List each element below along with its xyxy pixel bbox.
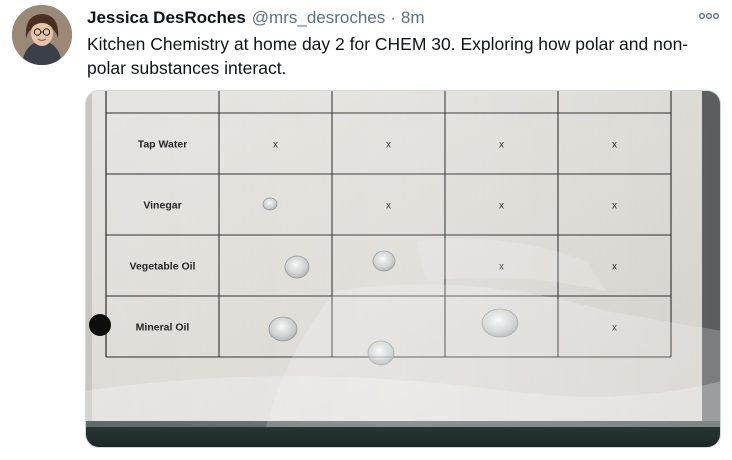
author-name[interactable]: Jessica DesRoches xyxy=(87,8,246,28)
more-options-button[interactable] xyxy=(696,6,722,26)
tweet-photo[interactable]: Tap Water Vinegar Vegetable Oil Mineral Oil… xyxy=(85,90,721,448)
tweet-text: Kitchen Chemistry at home day 2 for CHEM… xyxy=(87,34,689,78)
author-handle[interactable]: @mrs_desroches xyxy=(252,8,385,28)
tweet[interactable]: Jessica DesRoches @mrs_desroches · 8m Ki… xyxy=(0,0,732,460)
plastic-sheen xyxy=(86,91,720,427)
avatar-image xyxy=(12,5,72,65)
avatar[interactable] xyxy=(12,5,72,65)
photo-grid: Tap WaterVinegarVegetable OilMineral Oil… xyxy=(86,91,720,447)
tweet-header: Jessica DesRoches @mrs_desroches · 8m xyxy=(87,6,722,30)
separator-dot: · xyxy=(390,8,396,27)
more-options-icon xyxy=(699,13,719,19)
timestamp[interactable]: 8m xyxy=(401,8,425,28)
